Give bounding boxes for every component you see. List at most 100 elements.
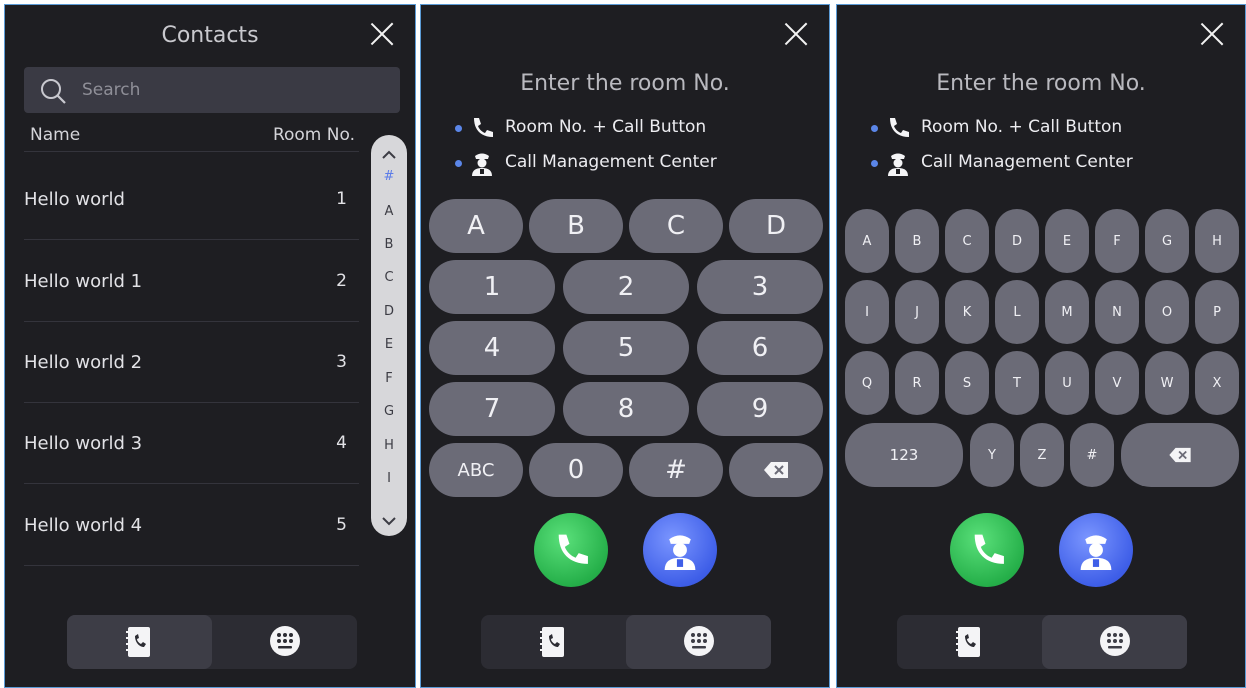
key-V[interactable]: V: [1095, 351, 1139, 415]
keypad-icon: [684, 626, 714, 656]
bullet-dot: [871, 160, 878, 167]
key-F[interactable]: F: [1095, 209, 1139, 273]
key-1[interactable]: 1: [429, 260, 555, 314]
backspace-button[interactable]: [729, 443, 823, 497]
tab-contacts[interactable]: [481, 615, 626, 669]
key-S[interactable]: S: [945, 351, 989, 415]
alphabet-index-bar[interactable]: # A B C D E F G H I: [371, 135, 407, 536]
chevron-up-icon[interactable]: [371, 147, 407, 163]
contact-name: Hello world 3: [24, 433, 143, 454]
abc-toggle-button[interactable]: ABC: [429, 443, 523, 497]
contact-row[interactable]: Hello world 2 3: [24, 322, 359, 403]
key-R[interactable]: R: [895, 351, 939, 415]
bottom-nav: [67, 615, 357, 669]
index-letter[interactable]: B: [371, 237, 407, 252]
index-letter[interactable]: A: [371, 204, 407, 219]
key-H[interactable]: H: [1195, 209, 1239, 273]
key-6[interactable]: 6: [697, 321, 823, 375]
key-8[interactable]: 8: [563, 382, 689, 436]
search-input[interactable]: [82, 76, 382, 104]
contact-room: 4: [336, 433, 347, 453]
header-divider: [24, 151, 359, 152]
key-J[interactable]: J: [895, 280, 939, 344]
bullet-dot: [455, 125, 462, 132]
key-T[interactable]: T: [995, 351, 1039, 415]
key-X[interactable]: X: [1195, 351, 1239, 415]
contact-row[interactable]: Hello world 3 4: [24, 403, 359, 484]
call-button[interactable]: [950, 513, 1024, 587]
contacts-book-icon: [956, 627, 980, 657]
key-Q[interactable]: Q: [845, 351, 889, 415]
call-button[interactable]: [534, 513, 608, 587]
tab-keypad[interactable]: [212, 615, 357, 669]
close-icon[interactable]: [783, 21, 809, 47]
search-bar[interactable]: [24, 67, 400, 113]
key-O[interactable]: O: [1145, 280, 1189, 344]
key-Z[interactable]: Z: [1020, 423, 1064, 487]
key-D[interactable]: D: [729, 199, 823, 253]
key-B[interactable]: B: [895, 209, 939, 273]
tab-keypad[interactable]: [626, 615, 771, 669]
index-letter[interactable]: F: [371, 371, 407, 386]
index-letter[interactable]: E: [371, 337, 407, 352]
key-0[interactable]: 0: [529, 443, 623, 497]
contact-row[interactable]: Hello world 1 2: [24, 241, 359, 322]
key-2[interactable]: 2: [563, 260, 689, 314]
key-U[interactable]: U: [1045, 351, 1089, 415]
index-letter[interactable]: D: [371, 304, 407, 319]
key-K[interactable]: K: [945, 280, 989, 344]
key-G[interactable]: G: [1145, 209, 1189, 273]
contact-room: 3: [336, 352, 347, 372]
key-P[interactable]: P: [1195, 280, 1239, 344]
index-letter[interactable]: I: [371, 471, 407, 486]
hint-text: Room No. + Call Button: [921, 117, 1123, 137]
key-M[interactable]: M: [1045, 280, 1089, 344]
dial-panel-alphabet: Enter the room No. Room No. + Call Butto…: [836, 4, 1246, 688]
chevron-down-icon[interactable]: [371, 513, 407, 529]
column-header-room: Room No.: [272, 125, 355, 145]
index-letter[interactable]: H: [371, 438, 407, 453]
backspace-icon: [1169, 447, 1191, 463]
contact-name: Hello world 1: [24, 271, 143, 292]
index-letter[interactable]: G: [371, 404, 407, 419]
index-letter[interactable]: #: [371, 169, 407, 184]
keypad-icon: [1100, 626, 1130, 656]
backspace-button[interactable]: [1121, 423, 1239, 487]
security-guard-icon: [472, 153, 492, 176]
contact-name: Hello world: [24, 189, 125, 210]
key-C[interactable]: C: [945, 209, 989, 273]
numeric-toggle-button[interactable]: 123: [845, 423, 963, 487]
key-7[interactable]: 7: [429, 382, 555, 436]
key-E[interactable]: E: [1045, 209, 1089, 273]
call-management-center-button[interactable]: [1059, 513, 1133, 587]
keypad-icon: [270, 626, 300, 656]
key-C[interactable]: C: [629, 199, 723, 253]
hint-text: Room No. + Call Button: [505, 117, 707, 137]
contact-row[interactable]: Hello world 4 5: [24, 485, 359, 566]
close-icon[interactable]: [1199, 21, 1225, 47]
key-Y[interactable]: Y: [970, 423, 1014, 487]
key-I[interactable]: I: [845, 280, 889, 344]
call-management-center-button[interactable]: [643, 513, 717, 587]
key-hash[interactable]: #: [1070, 423, 1114, 487]
key-A[interactable]: A: [845, 209, 889, 273]
search-icon: [41, 79, 66, 104]
index-letter[interactable]: C: [371, 270, 407, 285]
key-L[interactable]: L: [995, 280, 1039, 344]
key-5[interactable]: 5: [563, 321, 689, 375]
key-3[interactable]: 3: [697, 260, 823, 314]
key-N[interactable]: N: [1095, 280, 1139, 344]
key-4[interactable]: 4: [429, 321, 555, 375]
close-icon[interactable]: [369, 21, 395, 47]
key-9[interactable]: 9: [697, 382, 823, 436]
phone-icon: [890, 118, 909, 137]
key-B[interactable]: B: [529, 199, 623, 253]
key-D[interactable]: D: [995, 209, 1039, 273]
tab-keypad[interactable]: [1042, 615, 1187, 669]
key-W[interactable]: W: [1145, 351, 1189, 415]
tab-contacts[interactable]: [897, 615, 1042, 669]
contact-row[interactable]: Hello world 1: [24, 159, 359, 240]
tab-contacts[interactable]: [67, 615, 212, 669]
key-A[interactable]: A: [429, 199, 523, 253]
key-hash[interactable]: #: [629, 443, 723, 497]
